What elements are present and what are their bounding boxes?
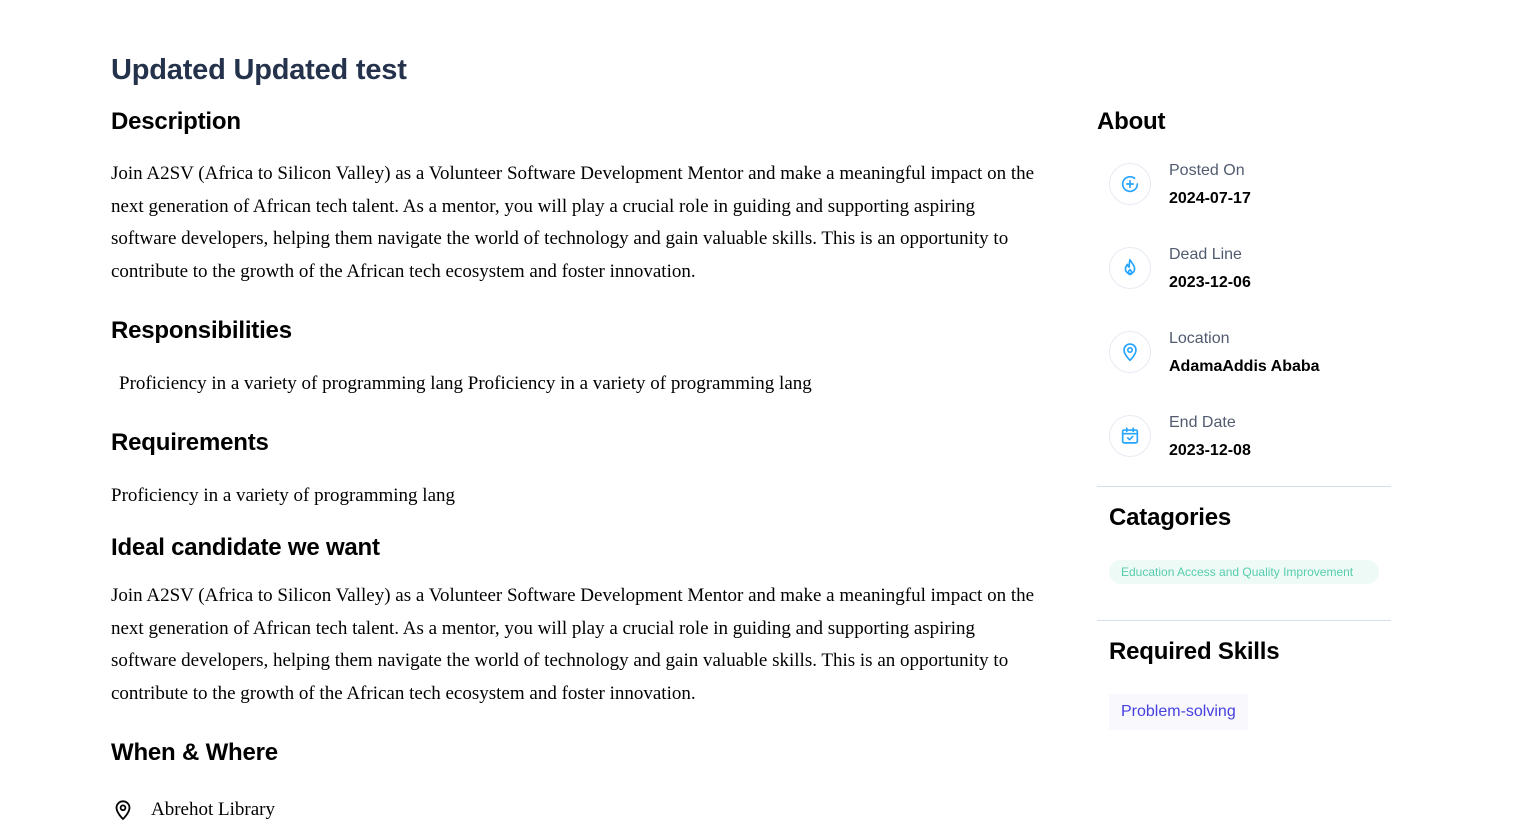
- category-tag: Education Access and Quality Improvement: [1109, 560, 1379, 584]
- when-where-heading: When & Where: [111, 739, 278, 766]
- required-skills-heading: Required Skills: [1109, 638, 1280, 665]
- requirements-text: Proficiency in a variety of programming …: [111, 485, 456, 506]
- responsibilities-heading: Responsibilities: [111, 317, 292, 344]
- ideal-candidate-heading: Ideal candidate we want: [111, 534, 380, 561]
- plus-circle-icon: [1109, 163, 1151, 205]
- page-title: Updated Updated test: [111, 54, 407, 86]
- about-label: Dead Line: [1169, 246, 1242, 263]
- when-where-location-text: Abrehot Library: [151, 799, 275, 820]
- about-value: 2024-07-17: [1169, 190, 1251, 207]
- requirements-heading: Requirements: [111, 429, 269, 456]
- about-value: 2023-12-08: [1169, 442, 1251, 459]
- about-label: End Date: [1169, 414, 1236, 431]
- about-item-location: Location AdamaAddis Ababa: [1109, 329, 1320, 377]
- description-text: Join A2SV (Africa to Silicon Valley) as …: [111, 163, 1035, 282]
- about-label: Location: [1169, 330, 1230, 347]
- responsibilities-text: Proficiency in a variety of programming …: [119, 373, 812, 394]
- about-label: Posted On: [1169, 162, 1245, 179]
- categories-heading: Catagories: [1109, 504, 1232, 531]
- divider: [1097, 486, 1391, 487]
- when-where-location: Abrehot Library: [111, 798, 275, 822]
- description-heading: Description: [111, 108, 241, 135]
- about-item-posted-on: Posted On 2024-07-17: [1109, 161, 1251, 209]
- about-value: AdamaAddis Ababa: [1169, 358, 1320, 375]
- ideal-candidate-text: Join A2SV (Africa to Silicon Valley) as …: [111, 585, 1035, 704]
- location-pin-icon: [115, 800, 131, 820]
- about-value: 2023-12-06: [1169, 274, 1251, 291]
- about-heading: About: [1097, 108, 1166, 135]
- calendar-check-icon: [1109, 415, 1151, 457]
- divider: [1097, 620, 1391, 621]
- skill-tag: Problem-solving: [1109, 694, 1248, 730]
- about-item-dead-line: Dead Line 2023-12-06: [1109, 245, 1251, 293]
- about-item-end-date: End Date 2023-12-08: [1109, 413, 1251, 461]
- location-pin-icon: [1109, 331, 1151, 373]
- fire-icon: [1109, 247, 1151, 289]
